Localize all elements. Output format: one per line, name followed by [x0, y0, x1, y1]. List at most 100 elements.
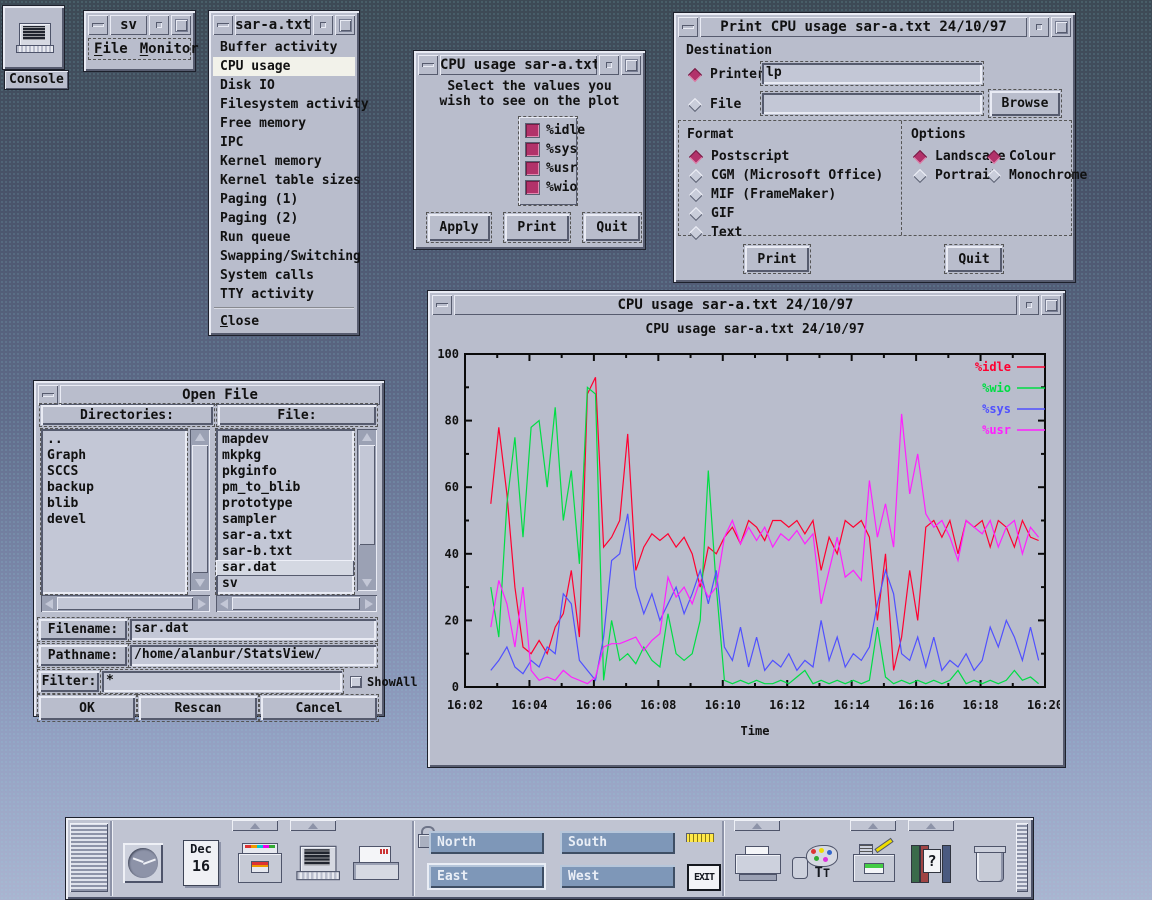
directory-item-sccs[interactable]: SCCS: [41, 464, 187, 480]
format-row-postscript[interactable]: Postscript: [689, 147, 883, 166]
directory-item-backup[interactable]: backup: [41, 480, 187, 496]
directory-item-[interactable]: ..: [41, 432, 187, 448]
pathname-field[interactable]: /home/alanbur/StatsView/: [130, 645, 376, 666]
format-radio-mif-framemaker[interactable]: [689, 188, 703, 202]
printer-name-field[interactable]: lp: [762, 63, 982, 84]
style-manager-icon[interactable]: TT: [786, 832, 844, 894]
cancel-button[interactable]: Cancel: [261, 696, 377, 720]
help-icon[interactable]: ?: [902, 832, 960, 894]
directories-hscrollbar[interactable]: [41, 595, 210, 612]
checkbox-wio[interactable]: [525, 180, 540, 195]
scroll-up-icon[interactable]: [195, 433, 205, 441]
rescan-button[interactable]: Rescan: [139, 696, 257, 720]
format-radio-postscript[interactable]: [689, 150, 703, 164]
mail-icon[interactable]: [346, 832, 404, 894]
files-list[interactable]: mapdevmkpkgpkginfopm_to_blibprototypesam…: [216, 429, 354, 594]
window-menu-button[interactable]: [88, 15, 108, 35]
subpanel-tab-apps[interactable]: [850, 820, 896, 831]
filter-field[interactable]: *: [102, 671, 342, 692]
menu-item-run-queue[interactable]: Run queue: [213, 228, 355, 247]
values-titlebar[interactable]: CPU usage sar-a.txt 2: [418, 55, 641, 75]
directory-item-graph[interactable]: Graph: [41, 448, 187, 464]
minimize-button[interactable]: [1029, 17, 1049, 37]
format-row-mif-framemaker[interactable]: MIF (FrameMaker): [689, 185, 883, 204]
file-item-sar-dat[interactable]: sar.dat: [216, 560, 354, 576]
maximize-button[interactable]: [621, 55, 641, 75]
maximize-button[interactable]: [171, 15, 191, 35]
orientation-radio-landscape[interactable]: [913, 150, 927, 164]
monitor-menu-titlebar[interactable]: sar-a.txt: [213, 15, 355, 35]
workspace-button-north[interactable]: North: [429, 831, 544, 854]
workspace-button-south[interactable]: South: [560, 831, 675, 854]
exit-button[interactable]: EXIT: [687, 864, 721, 891]
workspace-button-east[interactable]: East: [429, 865, 544, 888]
chart-titlebar[interactable]: CPU usage sar-a.txt 24/10/97: [432, 295, 1061, 315]
directories-scrollbar[interactable]: [190, 429, 210, 591]
files-hscrollbar[interactable]: [216, 595, 377, 612]
scrollbar-thumb[interactable]: [192, 445, 208, 573]
subpanel-tab-hosts[interactable]: [290, 820, 336, 831]
terminal-icon[interactable]: [288, 832, 346, 894]
window-menu-button[interactable]: [38, 385, 58, 405]
minimize-button[interactable]: [313, 15, 333, 35]
file-item-prototype[interactable]: prototype: [216, 496, 354, 512]
clock-icon[interactable]: [114, 832, 172, 894]
files-scrollbar[interactable]: [357, 429, 377, 591]
checkbox-row-sys[interactable]: %sys: [525, 140, 577, 159]
subpanel-tab-printers[interactable]: [734, 820, 780, 831]
menu-item-paging-1[interactable]: Paging (1): [213, 190, 355, 209]
file-radio[interactable]: [688, 98, 702, 112]
menu-item-paging-2[interactable]: Paging (2): [213, 209, 355, 228]
checkbox-sys[interactable]: [525, 142, 540, 157]
scroll-right-icon[interactable]: [365, 599, 373, 609]
print-dialog-print-button[interactable]: Print: [745, 246, 809, 272]
filename-field[interactable]: sar.dat: [130, 619, 376, 640]
file-item-sar-a-txt[interactable]: sar-a.txt: [216, 528, 354, 544]
menu-item-filesystem-activity[interactable]: Filesystem activity: [213, 95, 355, 114]
menu-item-kernel-table-sizes[interactable]: Kernel table sizes: [213, 171, 355, 190]
format-row-gif[interactable]: GIF: [689, 204, 883, 223]
scroll-down-icon[interactable]: [195, 579, 205, 587]
maximize-button[interactable]: [1051, 17, 1071, 37]
file-manager-icon[interactable]: [230, 832, 288, 894]
color-radio-colour[interactable]: [987, 150, 1001, 164]
color-row-monochrome[interactable]: Monochrome: [987, 166, 1087, 185]
workspace-button-west[interactable]: West: [560, 865, 675, 888]
file-item-mkpkg[interactable]: mkpkg: [216, 448, 354, 464]
window-menu-button[interactable]: [418, 55, 438, 75]
sv-titlebar[interactable]: sv: [88, 15, 191, 35]
menu-item-system-calls[interactable]: System calls: [213, 266, 355, 285]
file-item-mapdev[interactable]: mapdev: [216, 432, 354, 448]
scroll-left-icon[interactable]: [45, 599, 53, 609]
quit-button[interactable]: Quit: [584, 214, 640, 241]
menu-item-tty-activity[interactable]: TTY activity: [213, 285, 355, 304]
menu-item-close[interactable]: Close: [213, 312, 355, 331]
showall-checkbox[interactable]: [350, 676, 362, 688]
right-grip-handle[interactable]: [1016, 823, 1028, 892]
menu-item-kernel-memory[interactable]: Kernel memory: [213, 152, 355, 171]
directory-item-blib[interactable]: blib: [41, 496, 187, 512]
menu-monitor[interactable]: Monitor: [134, 39, 205, 59]
file-name-field[interactable]: [762, 93, 982, 114]
apply-button[interactable]: Apply: [428, 214, 490, 241]
file-item-sv[interactable]: sv: [216, 576, 354, 592]
file-item-sar-b-txt[interactable]: sar-b.txt: [216, 544, 354, 560]
print-button[interactable]: Print: [505, 214, 569, 241]
window-menu-button[interactable]: [213, 15, 233, 35]
format-radio-gif[interactable]: [689, 207, 703, 221]
minimize-button[interactable]: [149, 15, 169, 35]
printer-radio[interactable]: [688, 68, 702, 82]
checkbox-usr[interactable]: [525, 161, 540, 176]
menu-item-cpu-usage[interactable]: CPU usage: [213, 57, 355, 76]
scroll-left-icon[interactable]: [220, 599, 228, 609]
checkbox-row-usr[interactable]: %usr: [525, 159, 577, 178]
color-radio-monochrome[interactable]: [987, 169, 1001, 183]
subpanel-tab-files[interactable]: [232, 820, 278, 831]
directories-list[interactable]: ..GraphSCCSbackupblibdevel: [41, 429, 187, 594]
printer-radio-row[interactable]: Printer: [688, 65, 765, 84]
format-radio-text[interactable]: [689, 226, 703, 240]
calendar-icon[interactable]: Dec 16: [172, 832, 230, 894]
open-file-titlebar[interactable]: Open File: [38, 385, 380, 405]
format-row-text[interactable]: Text: [689, 223, 883, 242]
checkbox-idle[interactable]: [525, 123, 540, 138]
